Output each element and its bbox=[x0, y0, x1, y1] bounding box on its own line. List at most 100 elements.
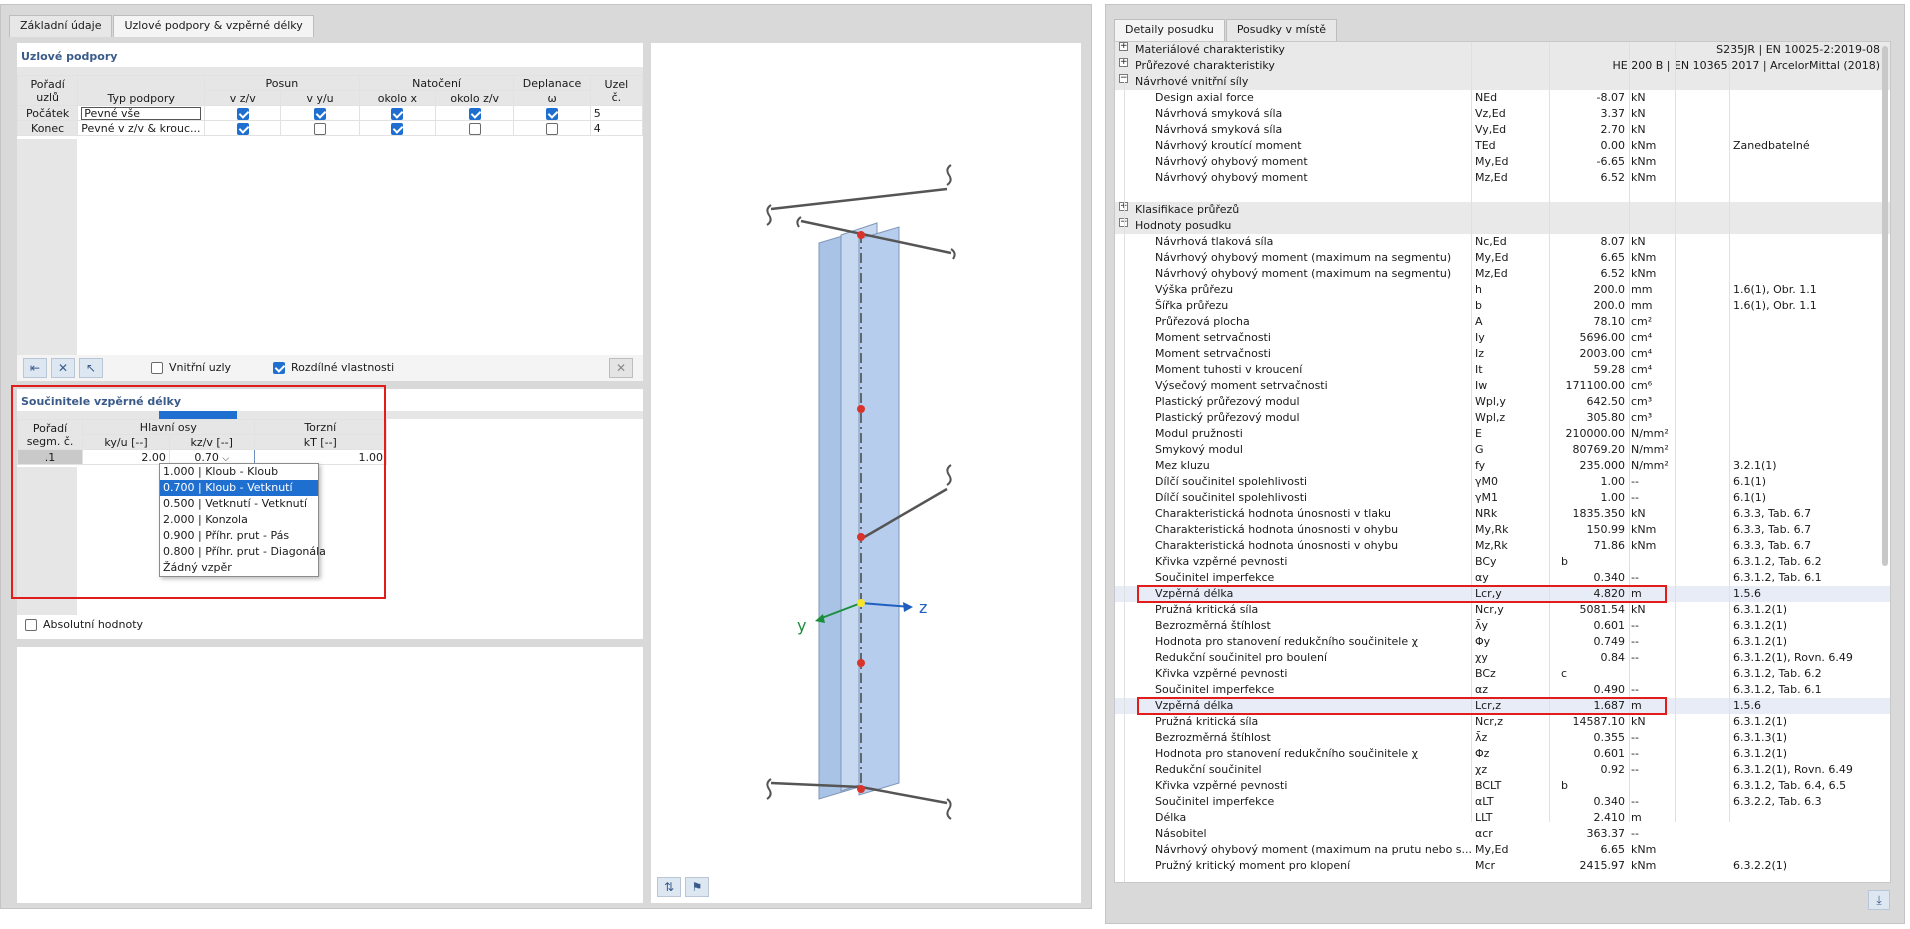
tree-data-row[interactable]: Součinitel imperfekce αy 0.340 -- 6.3.1.2, T… bbox=[1115, 570, 1890, 586]
checkbox-end-vzv[interactable] bbox=[236, 122, 249, 135]
tree-data-row[interactable]: Součinitel imperfekce αz 0.490 -- 6.3.1.2, T… bbox=[1115, 682, 1890, 698]
tree-data-row[interactable]: Dílčí součinitel spolehlivosti γM0 1.00 -- 6… bbox=[1115, 474, 1890, 490]
close-x-icon[interactable]: ✕ bbox=[609, 358, 633, 378]
tree-data-row[interactable]: Redukční součinitel χz 0.92 -- 6.3.1.2(1), R… bbox=[1115, 762, 1890, 778]
dropdown-option[interactable]: 0.900 | Příhr. prut - Pás bbox=[160, 528, 318, 544]
render-mode-icon[interactable]: ⚑ bbox=[685, 877, 709, 897]
tree-data-row[interactable]: Moment tuhosti v kroucení It 59.28 cm⁴ bbox=[1115, 362, 1890, 378]
tree-group-row[interactable]: − Návrhové vnitřní síly bbox=[1115, 74, 1890, 90]
tree-data-row[interactable]: Násobitel αcr 363.37 -- bbox=[1115, 826, 1890, 842]
tree-data-row[interactable]: Plastický průřezový modul Wpl,y 642.50 cm³ bbox=[1115, 394, 1890, 410]
row-unit: kNm bbox=[1631, 539, 1657, 552]
tree-data-row[interactable]: Návrhový kroutící moment TEd 0.00 kNm Zanedb… bbox=[1115, 138, 1890, 154]
view-settings-icon[interactable]: ⇅ bbox=[657, 877, 681, 897]
tree-group-row[interactable]: + Materiálové charakteristiky S235JR | EN … bbox=[1115, 42, 1890, 58]
tree-data-row[interactable]: Návrhový ohybový moment (maximum na segm… bbox=[1115, 266, 1890, 282]
tree-data-row[interactable]: Hodnota pro stanovení redukčního součini… bbox=[1115, 634, 1890, 650]
support-type-cell[interactable]: Pevné vše bbox=[77, 105, 206, 121]
checkbox-start-omega[interactable] bbox=[546, 107, 559, 120]
checkbox-absolute-values[interactable] bbox=[25, 619, 37, 631]
tree-data-row[interactable]: Dílčí součinitel spolehlivosti γM1 1.00 -- 6… bbox=[1115, 490, 1890, 506]
row-reference: 6.3.1.2, Tab. 6.1 bbox=[1733, 571, 1822, 584]
dropdown-option[interactable]: 2.000 | Konzola bbox=[160, 512, 318, 528]
tab-checks-at-location[interactable]: Posudky v místě bbox=[1225, 19, 1338, 41]
tree-group-row[interactable]: +Klasifikace průřezů bbox=[1115, 202, 1890, 218]
tree-data-row[interactable]: Návrhový ohybový moment My,Ed -6.65 kNm bbox=[1115, 154, 1890, 170]
tree-data-row[interactable]: Návrhový ohybový moment (maximum na segm… bbox=[1115, 250, 1890, 266]
tree-data-row[interactable]: Součinitel imperfekce αLT 0.340 -- 6.3.2.2, … bbox=[1115, 794, 1890, 810]
tree-data-row[interactable]: Redukční součinitel pro boulení χy 0.84 -- 6… bbox=[1115, 650, 1890, 666]
delete-row-icon[interactable]: ✕ bbox=[51, 358, 75, 378]
tree-data-row[interactable]: Modul pružnosti E 210000.00 N/mm² bbox=[1115, 426, 1890, 442]
tree-data-row[interactable]: Návrhová tlaková síla Nc,Ed 8.07 kN bbox=[1115, 234, 1890, 250]
tab-node-supports[interactable]: Uzlové podpory & vzpěrné délky bbox=[113, 15, 314, 37]
tree-data-row[interactable]: Pružná kritická síla Ncr,z 14587.10 kN 6.3.1… bbox=[1115, 714, 1890, 730]
row-symbol: NEd bbox=[1475, 91, 1498, 104]
tree-data-row[interactable]: Šířka průřezu b 200.0 mm 1.6(1), Obr. 1.1 bbox=[1115, 298, 1890, 314]
support-node-number[interactable]: 4 bbox=[589, 120, 644, 136]
insert-row-icon[interactable]: ⇤ bbox=[23, 358, 47, 378]
tree-data-row[interactable]: Charakteristická hodnota únosnosti v ohy… bbox=[1115, 538, 1890, 554]
support-node-number[interactable]: 5 bbox=[589, 105, 644, 121]
tree-data-row[interactable]: Bezrozměrná štíhlost λ̄y 0.601 -- 6.3.1.2(1) bbox=[1115, 618, 1890, 634]
checkbox-inner-nodes[interactable] bbox=[151, 362, 163, 374]
row-reference: 6.3.1.3(1) bbox=[1733, 731, 1788, 744]
support-type-value[interactable]: Pevné vše bbox=[81, 106, 202, 120]
tree-data-row[interactable]: Moment setrvačnosti Iy 5696.00 cm⁴ bbox=[1115, 330, 1890, 346]
checkbox-end-vyu[interactable] bbox=[314, 122, 327, 135]
select-pointer-icon[interactable]: ↖ bbox=[79, 358, 103, 378]
support-type-value[interactable]: Pevné v z/v & krouc... bbox=[77, 120, 206, 136]
export-icon[interactable]: ⤓ bbox=[1868, 890, 1890, 910]
tree-data-row[interactable]: Návrhový ohybový moment Mz,Ed 6.52 kNm bbox=[1115, 170, 1890, 186]
tree-data-row[interactable]: Plastický průřezový modul Wpl,z 305.80 cm³ bbox=[1115, 410, 1890, 426]
tree-data-row[interactable]: Výsečový moment setrvačnosti Iw 171100.00 c… bbox=[1115, 378, 1890, 394]
tree-data-row[interactable]: Průřezová plocha A 78.10 cm² bbox=[1115, 314, 1890, 330]
checkbox-different-properties[interactable] bbox=[273, 362, 285, 374]
checkbox-start-okolozv[interactable] bbox=[468, 107, 481, 120]
dropdown-option[interactable]: Žádný vzpěr bbox=[160, 560, 318, 576]
tree-data-row[interactable]: Smykový modul G 80769.20 N/mm² bbox=[1115, 442, 1890, 458]
tree-group-row[interactable]: −Hodnoty posudku bbox=[1115, 218, 1890, 234]
tree-data-row[interactable]: Křivka vzpěrné pevnosti BCLT b 6.3.1.2, Tab… bbox=[1115, 778, 1890, 794]
tree-data-row[interactable]: Návrhový ohybový moment (maximum na prut… bbox=[1115, 842, 1890, 858]
tree-data-row[interactable]: Mez kluzu fy 235.000 N/mm² 3.2.1(1) bbox=[1115, 458, 1890, 474]
tree-data-row[interactable]: Pružný kritický moment pro klopení Mcr 241… bbox=[1115, 858, 1890, 874]
dropdown-option-selected[interactable]: 0.700 | Kloub - Vetknutí bbox=[160, 480, 318, 496]
tree-data-row[interactable]: Návrhová smyková síla Vz,Ed 3.37 kN bbox=[1115, 106, 1890, 122]
tree-data-row[interactable]: Design axial force NEd -8.07 kN bbox=[1115, 90, 1890, 106]
checkbox-start-vyu[interactable] bbox=[314, 107, 327, 120]
vertical-scrollbar[interactable] bbox=[1882, 46, 1888, 566]
tree-group-row[interactable]: + Průřezové charakteristiky HE 200 B | EN … bbox=[1115, 58, 1890, 74]
checkbox-end-omega[interactable] bbox=[546, 122, 559, 135]
tree-data-row[interactable]: Moment setrvačnosti Iz 2003.00 cm⁴ bbox=[1115, 346, 1890, 362]
checkbox-end-okolozv[interactable] bbox=[468, 122, 481, 135]
tree-data-row[interactable]: Délka LLT 2.410 m bbox=[1115, 810, 1890, 826]
tree-data-row[interactable]: Výška průřezu h 200.0 mm 1.6(1), Obr. 1.1 bbox=[1115, 282, 1890, 298]
tree-data-row[interactable]: Hodnota pro stanovení redukčního součini… bbox=[1115, 746, 1890, 762]
tree-data-row[interactable]: Křivka vzpěrné pevnosti BCy b 6.3.1.2, Tab.… bbox=[1115, 554, 1890, 570]
tab-basic-data[interactable]: Základní údaje bbox=[9, 15, 113, 37]
row-unit: kNm bbox=[1631, 155, 1657, 168]
row-description: Křivka vzpěrné pevnosti bbox=[1155, 667, 1288, 680]
row-unit: N/mm² bbox=[1631, 443, 1669, 456]
row-value: 0.601 bbox=[1593, 619, 1626, 632]
kz-dropdown-list[interactable]: 1.000 | Kloub - Kloub 0.700 | Kloub - Ve… bbox=[159, 463, 326, 577]
group-summary: S235JR | EN 10025-2:2019-08 bbox=[1716, 43, 1880, 56]
dropdown-option[interactable]: 0.500 | Vetknutí - Vetknutí bbox=[160, 496, 318, 512]
tree-data-row[interactable]: Pružná kritická síla Ncr,y 5081.54 kN 6.3.1.… bbox=[1115, 602, 1890, 618]
checkbox-start-vzv[interactable] bbox=[236, 107, 249, 120]
expand-icon[interactable]: + bbox=[1119, 58, 1128, 67]
row-symbol: Ncr,z bbox=[1475, 715, 1504, 728]
tree-data-row[interactable]: Bezrozměrná štíhlost λ̄z 0.355 -- 6.3.1.3(1) bbox=[1115, 730, 1890, 746]
3d-view-panel[interactable]: z y ⇅ ⚑ bbox=[651, 43, 1081, 903]
tree-data-row[interactable]: Charakteristická hodnota únosnosti v tla… bbox=[1115, 506, 1890, 522]
dropdown-option[interactable]: 0.800 | Příhr. prut - Diagonála bbox=[160, 544, 326, 560]
tab-check-details[interactable]: Detaily posudku bbox=[1114, 19, 1225, 41]
checkbox-end-okolox[interactable] bbox=[391, 122, 404, 135]
tree-data-row[interactable]: Charakteristická hodnota únosnosti v ohy… bbox=[1115, 522, 1890, 538]
checkbox-start-okolox[interactable] bbox=[391, 107, 404, 120]
expand-icon[interactable]: + bbox=[1119, 42, 1128, 51]
dropdown-option[interactable]: 1.000 | Kloub - Kloub bbox=[160, 464, 318, 480]
tree-data-row[interactable]: Křivka vzpěrné pevnosti BCz c 6.3.1.2, Tab.… bbox=[1115, 666, 1890, 682]
tree-data-row[interactable]: Návrhová smyková síla Vy,Ed 2.70 kN bbox=[1115, 122, 1890, 138]
